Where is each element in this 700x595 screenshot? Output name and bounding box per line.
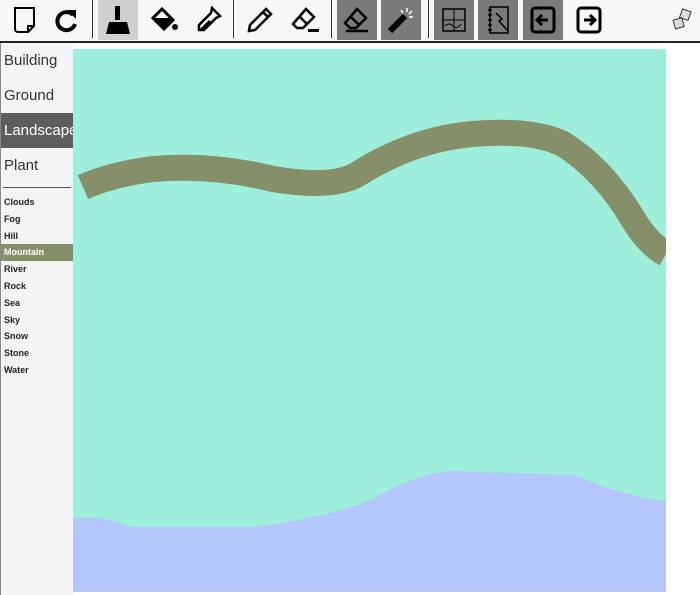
eraser-icon [343,7,368,33]
new-page-button[interactable] [5,0,45,40]
paint-bucket-button[interactable] [143,0,183,40]
arrow-right-icon [576,6,602,34]
map-button[interactable] [434,0,474,40]
new-page-icon [14,7,35,33]
brush-button[interactable] [98,0,138,40]
divider [3,187,71,188]
divider [428,0,429,38]
redo-icon [55,10,77,33]
divider [233,0,234,38]
item-river[interactable]: River [1,261,73,278]
pencil-button[interactable] [240,0,280,40]
eyedropper-icon [197,6,222,32]
sidebar: Building Ground Landscape Plant Clouds Fog Hi… [0,43,77,595]
category-ground[interactable]: Ground [1,78,73,113]
item-rock[interactable]: Rock [1,278,73,295]
toolbar [0,0,700,43]
magic-wand-button[interactable] [381,0,421,40]
divider [331,0,332,38]
arrow-right-button[interactable] [569,0,609,40]
notebook-icon [488,6,509,34]
item-clouds[interactable]: Clouds [1,194,73,211]
category-building[interactable]: Building [1,43,73,78]
category-landscape[interactable]: Landscape [1,113,77,148]
paint-bucket-icon [150,6,178,32]
line-eraser-icon [291,7,319,32]
item-snow[interactable]: Snow [1,328,73,345]
item-stone[interactable]: Stone [1,345,73,362]
category-plant[interactable]: Plant [1,148,73,183]
item-water[interactable]: Water [1,362,73,379]
item-sea[interactable]: Sea [1,295,73,312]
notebook-button[interactable] [478,0,518,40]
item-sky[interactable]: Sky [1,312,73,329]
item-hill[interactable]: Hill [1,228,73,245]
arrow-left-button[interactable] [523,0,563,40]
redo-button[interactable] [47,0,87,40]
line-eraser-button[interactable] [285,0,325,40]
magic-wand-icon [387,8,413,34]
arrow-left-icon [530,6,556,34]
eraser-button[interactable] [337,0,377,40]
drawing-canvas[interactable] [73,49,666,592]
item-mountain[interactable]: Mountain [1,244,73,262]
dice-icon [672,8,692,30]
brush-icon [106,6,130,34]
map-icon [442,8,466,32]
item-fog[interactable]: Fog [1,211,73,228]
pencil-icon [247,7,273,33]
eyedropper-button[interactable] [188,0,228,40]
divider [92,0,93,38]
dice-button[interactable] [662,0,700,40]
